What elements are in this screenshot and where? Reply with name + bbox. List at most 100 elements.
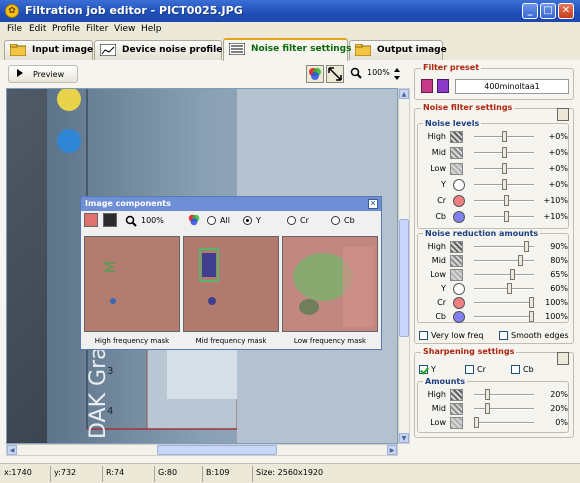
load-preset-button[interactable]	[421, 79, 433, 93]
slider-track[interactable]	[474, 302, 534, 304]
image-components-close-button[interactable]: ✕	[368, 199, 378, 209]
sharpen-cr-checkbox[interactable]	[465, 365, 474, 374]
vertical-scroll-thumb[interactable]	[399, 219, 409, 337]
scroll-down-button[interactable]: ▼	[399, 433, 409, 443]
smooth-edges-checkbox[interactable]	[499, 331, 508, 340]
slider-thumb[interactable]	[529, 311, 534, 322]
slider-thumb[interactable]	[504, 211, 510, 222]
scroll-right-button[interactable]: ▶	[387, 445, 397, 455]
menu-filter[interactable]: Filter	[86, 24, 108, 34]
save-preset-button[interactable]	[437, 79, 449, 93]
image-components-titlebar[interactable]: Image components ✕	[81, 197, 381, 211]
menu-view[interactable]: View	[114, 24, 135, 34]
slider-thumb[interactable]	[485, 403, 490, 414]
tab-output-image[interactable]: Output image	[349, 40, 447, 60]
slider-track[interactable]	[474, 260, 534, 262]
slider-track[interactable]	[474, 422, 534, 424]
zoom-value[interactable]: 100%	[367, 68, 390, 77]
components-magnifier-icon[interactable]	[125, 215, 137, 227]
minimize-button[interactable]: _	[522, 3, 538, 19]
sharpen-y-checkbox[interactable]	[419, 365, 428, 374]
slider-thumb[interactable]	[529, 297, 534, 308]
y-channel-swatch-icon	[453, 283, 465, 295]
image-components-panel[interactable]: Image components ✕ 100% All Y Cr Cb M Hi…	[80, 196, 382, 350]
channel-label-cr: Cr	[300, 216, 309, 225]
scroll-left-button[interactable]: ◀	[7, 445, 17, 455]
low-frequency-texture-icon	[450, 417, 463, 429]
slider-thumb[interactable]	[485, 389, 490, 400]
horizontal-scroll-thumb[interactable]	[157, 445, 277, 455]
noise-reduction-row-y: Y 60%	[418, 282, 568, 296]
tab-noise-filter-settings[interactable]: Noise filter settings	[223, 38, 352, 61]
reset-noise-settings-trash-icon[interactable]	[557, 108, 569, 121]
close-button[interactable]: ✕	[558, 3, 574, 19]
sharpen-cb-checkbox[interactable]	[511, 365, 520, 374]
menu-edit[interactable]: Edit	[29, 24, 46, 34]
slider-thumb[interactable]	[501, 131, 507, 142]
slider-track[interactable]	[474, 274, 534, 276]
viewer-horizontal-scrollbar[interactable]: ◀ ▶	[6, 444, 398, 456]
slider-value: +0%	[548, 148, 568, 157]
window-title: Filtration job editor - PICT0025.JPG	[25, 4, 243, 17]
profile-chart-icon	[100, 44, 116, 56]
fit-view-button[interactable]	[326, 65, 344, 83]
menu-help[interactable]: Help	[141, 24, 162, 34]
channel-label-all: All	[220, 216, 230, 225]
title-bar[interactable]: ✿ Filtration job editor - PICT0025.JPG _…	[0, 0, 580, 22]
high-frequency-texture-icon	[450, 241, 463, 253]
slider-thumb[interactable]	[518, 255, 523, 266]
svg-text:M: M	[103, 261, 119, 273]
slider-thumb[interactable]	[501, 179, 507, 190]
viewer-vertical-scrollbar[interactable]: ▲ ▼	[398, 88, 410, 444]
swatch-dark-icon[interactable]	[103, 213, 117, 227]
slider-thumb[interactable]	[523, 241, 529, 252]
status-g: G:80	[158, 468, 178, 477]
slider-track[interactable]	[474, 288, 534, 290]
very-low-freq-label: Very low freq	[431, 331, 484, 340]
slider-label: Low	[430, 164, 446, 173]
slider-track[interactable]	[474, 316, 534, 318]
maximize-button[interactable]: □	[540, 3, 556, 19]
swatch-red-icon[interactable]	[84, 213, 98, 227]
slider-thumb[interactable]	[501, 163, 507, 174]
channel-radio-cb[interactable]	[331, 216, 340, 225]
smooth-edges-label: Smooth edges	[511, 331, 569, 340]
slider-label: Low	[430, 270, 446, 279]
preview-toolbar: Preview 100%	[6, 64, 410, 84]
status-x: x:1740	[4, 468, 32, 477]
components-zoom-value[interactable]: 100%	[141, 216, 164, 225]
slider-thumb[interactable]	[509, 269, 515, 280]
slider-value: 65%	[550, 270, 568, 279]
slider-value: +10%	[543, 212, 568, 221]
channel-radio-y[interactable]	[243, 216, 252, 225]
slider-thumb[interactable]	[474, 417, 479, 428]
slider-thumb[interactable]	[504, 195, 510, 206]
tab-content: Preview 100% 4 3 DAK Gray ▲ ▼ ◀ ▶ Filter…	[0, 60, 580, 463]
menu-file[interactable]: File	[7, 24, 22, 34]
slider-track[interactable]	[474, 408, 534, 410]
status-size: Size: 2560x1920	[256, 468, 324, 477]
magnifier-icon[interactable]	[350, 67, 362, 79]
status-r: R:74	[106, 468, 125, 477]
slider-thumb[interactable]	[501, 147, 507, 158]
mid-frequency-mask-caption: Mid frequency mask	[195, 337, 267, 345]
channel-radio-cr[interactable]	[287, 216, 296, 225]
preset-name-field[interactable]: 400minoltaa1	[455, 79, 569, 94]
tab-input-image[interactable]: Input image	[4, 40, 93, 60]
scroll-up-button[interactable]: ▲	[399, 89, 409, 99]
reset-sharpening-trash-icon[interactable]	[557, 352, 569, 365]
sharpen-amount-row-low: Low 0%	[418, 416, 568, 430]
tab-device-noise-profile[interactable]: Device noise profile	[94, 40, 222, 60]
preview-button[interactable]: Preview	[8, 65, 78, 83]
zoom-spinner[interactable]	[394, 65, 402, 83]
app-window: ✿ Filtration job editor - PICT0025.JPG _…	[0, 0, 580, 483]
color-components-button[interactable]	[306, 65, 324, 83]
folder-icon	[10, 44, 26, 56]
sharpening-settings-group: Sharpening settings Y Cr Cb Amounts High…	[414, 347, 574, 438]
menu-profile[interactable]: Profile	[52, 24, 80, 34]
slider-track[interactable]	[474, 394, 534, 396]
slider-label: Mid	[431, 404, 446, 413]
very-low-freq-checkbox[interactable]	[419, 331, 428, 340]
channel-radio-all[interactable]	[207, 216, 216, 225]
slider-thumb[interactable]	[507, 283, 512, 294]
